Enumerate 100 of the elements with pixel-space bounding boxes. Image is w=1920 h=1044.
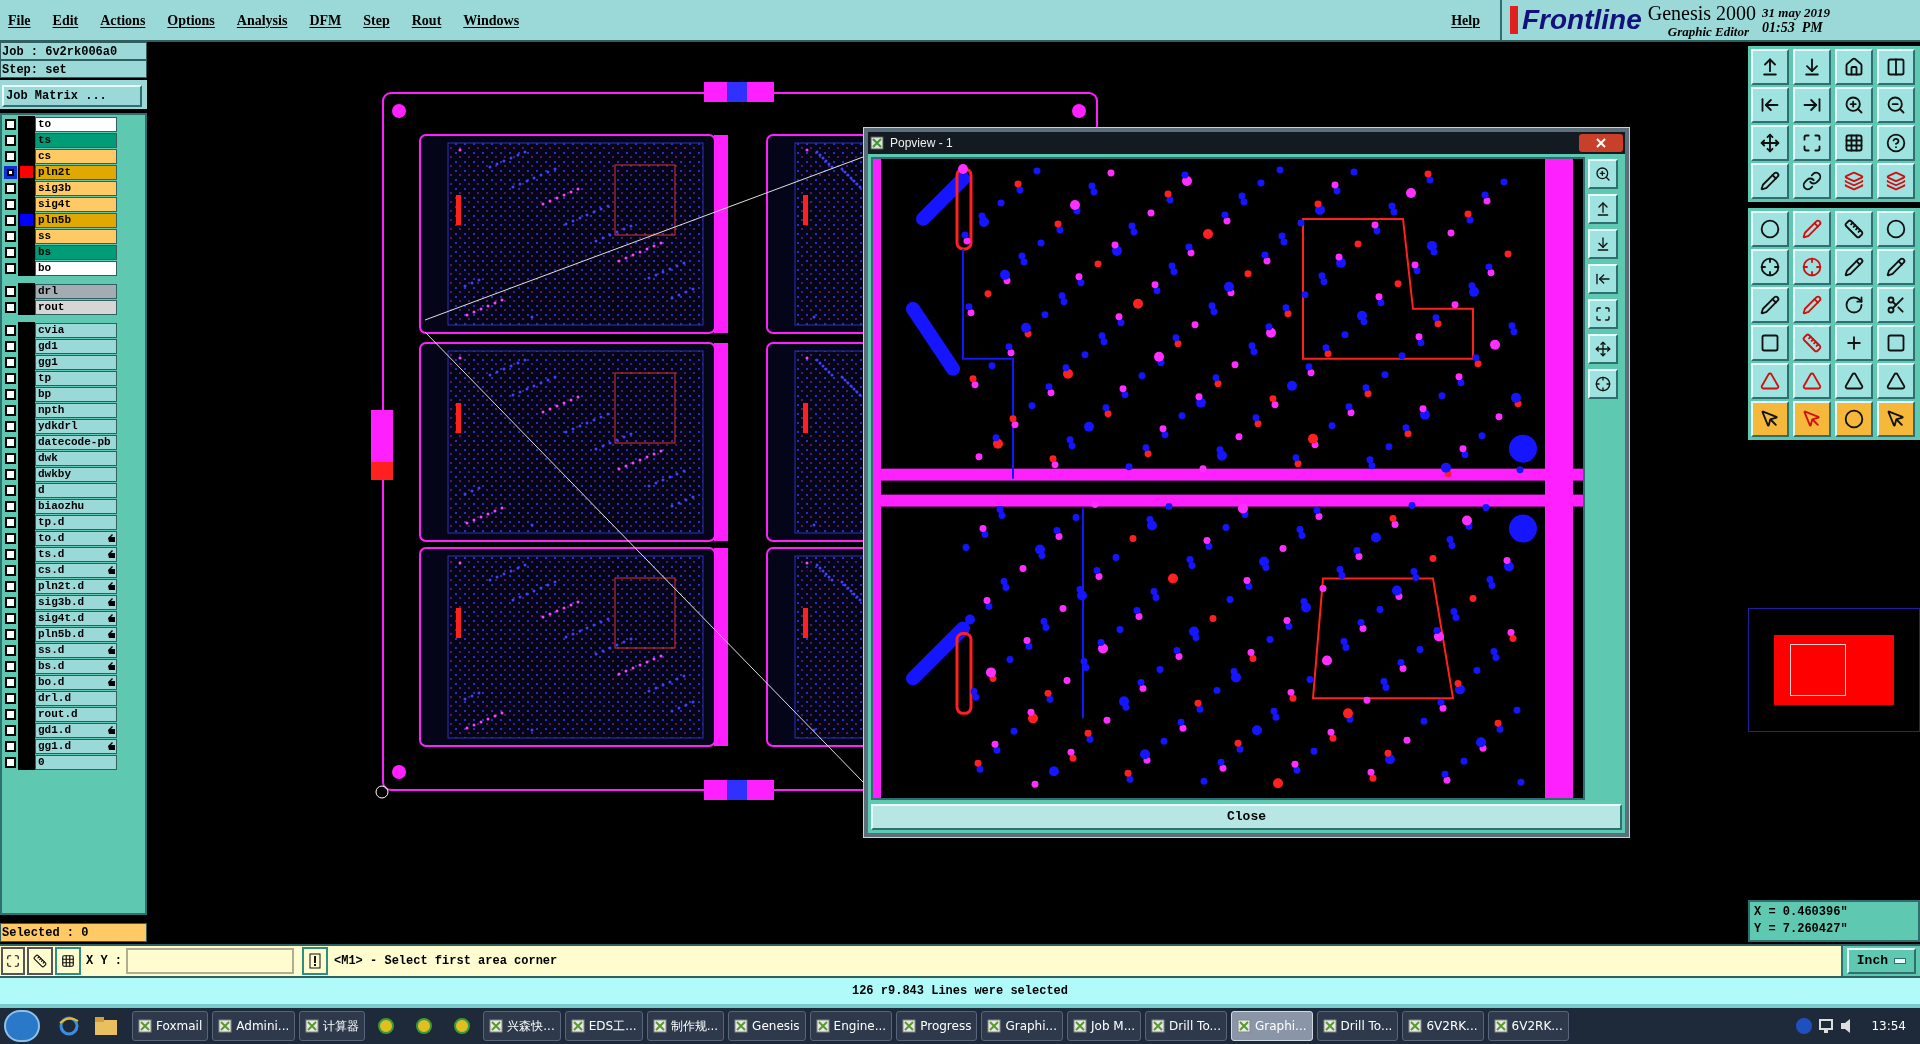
taskbar-button[interactable]: 6V2RK... [1487,1011,1569,1041]
layer-name[interactable]: to [35,116,117,132]
taskbar-button[interactable]: 制作规... [646,1011,725,1041]
toolbar-button[interactable] [1877,363,1915,399]
layer-checkbox[interactable] [4,134,16,146]
toolbar-button[interactable] [1751,125,1789,161]
layer-name[interactable]: ss.d [35,642,117,658]
taskbar-button[interactable]: Foxmail [132,1011,209,1041]
browser-icon[interactable] [58,1015,80,1037]
taskbar-button[interactable]: 兴森快... [483,1011,561,1041]
toolbar-button[interactable] [1835,125,1873,161]
popview-tool-button[interactable] [1588,229,1618,259]
layer-name[interactable]: ydkdrl [35,418,117,434]
job-matrix-button[interactable]: Job Matrix ... [2,85,142,107]
taskbar-button[interactable]: EDS工... [564,1011,643,1041]
layer-checkbox[interactable] [4,468,16,480]
layer-checkbox[interactable] [4,246,16,258]
layer-name[interactable]: sig3b.d [35,594,117,610]
layer-checkbox[interactable] [4,198,16,210]
toolbar-button[interactable] [1877,287,1915,323]
tool-button[interactable] [1,947,25,975]
toolbar-button[interactable] [1877,211,1915,247]
layer-name[interactable]: ss [35,228,117,244]
toolbar-button[interactable] [1793,49,1831,85]
layer-checkbox[interactable] [4,230,16,242]
menu-item[interactable]: File [8,9,31,31]
toolbar-button[interactable] [1877,401,1915,437]
layer-name[interactable]: cvia [35,322,117,338]
menu-item[interactable]: Analysis [236,9,288,31]
layer-name[interactable]: cs.d [35,562,117,578]
close-text-button[interactable]: Close [871,804,1622,830]
menu-item[interactable]: Actions [100,9,146,31]
layer-checkbox[interactable] [4,404,16,416]
layer-checkbox[interactable] [4,564,16,576]
layer-name[interactable]: datecode-pb [35,434,117,450]
layer-checkbox[interactable] [4,301,16,313]
taskbar-button[interactable]: Graphi... [981,1011,1063,1041]
layer-checkbox[interactable] [4,516,16,528]
alert-button[interactable] [302,947,328,975]
taskbar-button[interactable]: Genesis [728,1011,806,1041]
folder-icon[interactable] [94,1016,118,1036]
layer-checkbox[interactable] [4,676,16,688]
toolbar-button[interactable] [1835,363,1873,399]
layer-name[interactable]: dwk [35,450,117,466]
layer-name[interactable]: gd1.d [35,722,117,738]
layer-name[interactable]: d [35,482,117,498]
taskbar-button[interactable]: Engine... [809,1011,893,1041]
tool-button[interactable] [55,947,81,975]
layer-checkbox[interactable] [4,452,16,464]
popview-tool-button[interactable] [1588,264,1618,294]
layer-name[interactable]: ts [35,132,117,148]
units-dropdown[interactable]: Inch [1846,948,1916,974]
layer-checkbox[interactable] [4,548,16,560]
layer-name[interactable]: gd1 [35,338,117,354]
toolbar-button[interactable] [1877,49,1915,85]
close-button[interactable] [1579,134,1623,152]
popview-tool-button[interactable] [1588,299,1618,329]
layer-name[interactable]: rout.d [35,706,117,722]
tool-button[interactable] [27,947,53,975]
popview-tool-button[interactable] [1588,334,1618,364]
layer-name[interactable]: pln5b.d [35,626,117,642]
layer-name[interactable]: bo [35,260,117,276]
layer-name[interactable]: bs [35,244,117,260]
layer-checkbox[interactable] [4,628,16,640]
layer-checkbox[interactable] [4,724,16,736]
layer-name[interactable]: sig3b [35,180,117,196]
layer-checkbox[interactable] [4,118,16,130]
layer-name[interactable]: dwkby [35,466,117,482]
taskbar-button[interactable]: 计算器 [299,1011,366,1041]
layer-name[interactable]: ts.d [35,546,117,562]
layer-name[interactable]: biaozhu [35,498,117,514]
toolbar-button[interactable] [1751,287,1789,323]
layer-name[interactable]: bs.d [35,658,117,674]
layer-checkbox[interactable] [4,708,16,720]
toolbar-button[interactable] [1835,49,1873,85]
toolbar-button[interactable] [1835,211,1873,247]
xy-input-field[interactable] [126,948,294,974]
layer-name[interactable]: sig4t.d [35,610,117,626]
toolbar-button[interactable] [1835,287,1873,323]
layer-checkbox[interactable] [4,262,16,274]
toolbar-button[interactable] [1751,49,1789,85]
toolbar-button[interactable] [1751,211,1789,247]
taskbar-button[interactable]: Progress [896,1011,978,1041]
layer-checkbox[interactable] [4,388,16,400]
layer-name[interactable]: bp [35,386,117,402]
toolbar-button[interactable] [1793,87,1831,123]
layer-checkbox[interactable] [3,165,17,179]
layer-checkbox[interactable] [4,484,16,496]
layer-name[interactable]: gg1 [35,354,117,370]
layer-name[interactable]: drl.d [35,690,117,706]
toolbar-button[interactable] [1835,249,1873,285]
toolbar-button[interactable] [1835,325,1873,361]
layer-name[interactable]: gg1.d [35,738,117,754]
toolbar-button[interactable] [1793,125,1831,161]
layer-name[interactable]: to.d [35,530,117,546]
menu-item[interactable]: Options [167,9,215,31]
layer-name[interactable]: cs [35,148,117,164]
taskbar-button[interactable]: Admini... [212,1011,296,1041]
layer-name[interactable]: drl [35,283,117,299]
layer-checkbox[interactable] [4,340,16,352]
